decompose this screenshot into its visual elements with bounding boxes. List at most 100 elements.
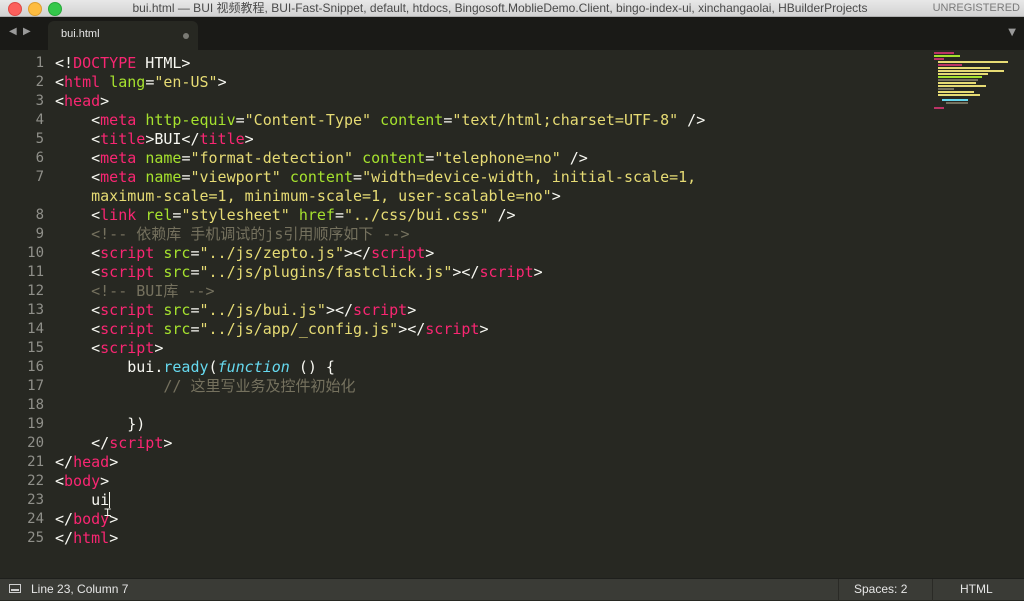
code-token: ui bbox=[55, 491, 110, 509]
code-token: script bbox=[100, 244, 155, 262]
code-line[interactable]: <!-- 依赖库 手机调试的js引用顺序如下 --> bbox=[55, 225, 925, 244]
code-token: < bbox=[55, 149, 101, 167]
code-line[interactable] bbox=[55, 396, 925, 415]
code-token: src bbox=[163, 244, 191, 262]
code-line[interactable]: </head> bbox=[55, 453, 925, 472]
code-token: "text/html;charset=UTF-8" bbox=[452, 111, 679, 129]
code-line[interactable]: <script src="../js/bui.js"></script> bbox=[55, 301, 925, 320]
code-token: html bbox=[73, 529, 110, 547]
code-token: }) bbox=[55, 415, 146, 433]
code-line[interactable]: }) bbox=[55, 415, 925, 434]
code-token: > bbox=[244, 130, 254, 148]
code-line[interactable]: <html lang="en-US"> bbox=[55, 73, 925, 92]
code-token: </ bbox=[55, 510, 74, 528]
code-line[interactable]: <link rel="stylesheet" href="../css/bui.… bbox=[55, 206, 925, 225]
code-line[interactable]: <meta name="format-detection" content="t… bbox=[55, 149, 925, 168]
code-token: script bbox=[371, 244, 426, 262]
code-token: = bbox=[334, 206, 344, 224]
text-cursor-icon: ⌶ bbox=[104, 505, 112, 519]
code-line[interactable]: <!DOCTYPE HTML> bbox=[55, 54, 925, 73]
line-number: 14 bbox=[27, 321, 44, 337]
code-line[interactable]: <meta name="viewport" content="width=dev… bbox=[55, 168, 925, 187]
code-token: "../css/bui.css" bbox=[344, 206, 489, 224]
code-token: "en-US" bbox=[154, 73, 218, 91]
code-token: src bbox=[163, 320, 191, 338]
code-line[interactable]: <script src="../js/zepto.js"></script> bbox=[55, 244, 925, 263]
tab-nav-left-icon[interactable]: ◀ bbox=[9, 26, 17, 38]
code-line[interactable]: <script> bbox=[55, 339, 925, 358]
code-token: "Content-Type" bbox=[244, 111, 372, 129]
console-toggle-icon[interactable] bbox=[9, 584, 21, 593]
maximize-window-button[interactable] bbox=[48, 2, 62, 16]
code-line[interactable]: </body> bbox=[55, 510, 925, 529]
minimize-window-button[interactable] bbox=[28, 2, 42, 16]
code-token: meta bbox=[100, 111, 137, 129]
code-token: </ bbox=[55, 529, 74, 547]
code-line[interactable]: <title>BUI</title> bbox=[55, 130, 925, 149]
code-token: > bbox=[479, 320, 489, 338]
tab-menu-chevron-down-icon[interactable]: ▼ bbox=[1008, 27, 1016, 38]
tab-nav-right-icon[interactable]: ▶ bbox=[23, 26, 31, 38]
code-token: ready bbox=[163, 358, 209, 376]
minimap[interactable] bbox=[932, 52, 1012, 112]
code-token: > bbox=[109, 453, 119, 471]
line-number: 11 bbox=[27, 264, 44, 280]
code-token: > bbox=[109, 529, 119, 547]
code-line[interactable]: <meta http-equiv="Content-Type" content=… bbox=[55, 111, 925, 130]
code-token: < bbox=[55, 206, 101, 224]
code-token: script bbox=[425, 320, 480, 338]
code-area[interactable]: <!DOCTYPE HTML> <html lang="en-US"> <head>… bbox=[55, 54, 925, 548]
unregistered-label: UNREGISTERED bbox=[932, 2, 1020, 14]
code-token: = bbox=[145, 73, 155, 91]
tab-bui-html[interactable]: bui.html bbox=[48, 21, 198, 50]
code-token: "../js/app/_config.js" bbox=[199, 320, 399, 338]
code-token: DOCTYPE bbox=[73, 54, 137, 72]
indentation-setting[interactable]: Spaces: 2 bbox=[854, 582, 907, 596]
code-token: name bbox=[145, 168, 182, 186]
line-number: 7 bbox=[35, 169, 44, 185]
code-token: href bbox=[298, 206, 335, 224]
code-line[interactable]: </script> bbox=[55, 434, 925, 453]
code-token: ></ bbox=[325, 301, 354, 319]
code-token: <!-- 依赖库 手机调试的js引用顺序如下 --> bbox=[55, 225, 410, 243]
code-line[interactable]: bui.ready(function () { bbox=[55, 358, 925, 377]
code-token: bui. bbox=[55, 358, 164, 376]
code-token: < bbox=[55, 320, 101, 338]
code-line[interactable]: <body> bbox=[55, 472, 925, 491]
code-token: script bbox=[479, 263, 534, 281]
code-token: > bbox=[551, 187, 561, 205]
line-number bbox=[0, 187, 44, 206]
code-token: link bbox=[100, 206, 137, 224]
code-editor[interactable]: 1 2 3 4 5 6 7 8 9 10 11 12 13 14 15 16 17 18 19 20 21 22 23 24 2… bbox=[0, 50, 1024, 578]
line-number: 1 bbox=[35, 55, 44, 71]
code-line[interactable]: <head> bbox=[55, 92, 925, 111]
code-token: = bbox=[235, 111, 245, 129]
code-line[interactable]: <script src="../js/plugins/fastclick.js"… bbox=[55, 263, 925, 282]
syntax-selector[interactable]: HTML bbox=[960, 582, 993, 596]
code-token: > bbox=[217, 73, 227, 91]
line-number: 23 bbox=[27, 492, 44, 508]
code-token: () { bbox=[289, 358, 335, 376]
code-token: body bbox=[64, 472, 101, 490]
code-line[interactable]: <!-- BUI库 --> bbox=[55, 282, 925, 301]
code-token: meta bbox=[100, 149, 137, 167]
status-bar: Line 23, Column 7 Spaces: 2 HTML bbox=[0, 578, 1024, 601]
code-line[interactable]: // 这里写业务及控件初始化 bbox=[55, 377, 925, 396]
code-token: </ bbox=[55, 434, 110, 452]
code-token: script bbox=[353, 301, 408, 319]
code-line[interactable]: </html> bbox=[55, 529, 925, 548]
code-line[interactable]: <script src="../js/app/_config.js"></scr… bbox=[55, 320, 925, 339]
code-token: src bbox=[163, 263, 191, 281]
code-token: < bbox=[55, 111, 101, 129]
code-token: "stylesheet" bbox=[181, 206, 290, 224]
code-token: "telephone=no" bbox=[434, 149, 561, 167]
code-line[interactable]: ui bbox=[55, 491, 925, 510]
code-line[interactable]: maximum-scale=1, minimum-scale=1, user-s… bbox=[55, 187, 925, 206]
cursor-position: Line 23, Column 7 bbox=[31, 582, 129, 596]
close-window-button[interactable] bbox=[8, 2, 22, 16]
unsaved-dot-icon[interactable] bbox=[183, 33, 189, 39]
code-token: < bbox=[55, 472, 65, 490]
